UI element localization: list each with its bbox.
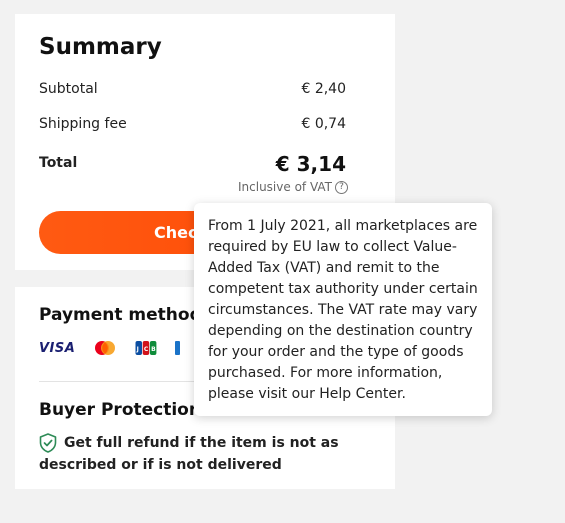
subtotal-value: € 2,40 — [301, 81, 346, 97]
svg-text:C: C — [144, 346, 149, 353]
shipping-fee-label: Shipping fee — [39, 116, 127, 132]
buyer-protection-text: Get full refund if the item is not as de… — [39, 435, 339, 473]
total-label: Total — [39, 155, 78, 171]
mastercard-icon — [95, 341, 116, 355]
visa-icon: VISA — [39, 340, 76, 356]
buyer-protection-title: Buyer Protection — [39, 400, 201, 420]
summary-title: Summary — [39, 34, 162, 60]
vat-note: Inclusive of VAT ? — [238, 180, 348, 194]
vat-tooltip: From 1 July 2021, all marketplaces are r… — [194, 203, 492, 416]
vat-tooltip-text: From 1 July 2021, all marketplaces are r… — [208, 218, 478, 402]
payment-method-title: Payment method — [39, 305, 202, 325]
card-icon — [175, 341, 181, 355]
checkout-button-label: Chec — [154, 223, 198, 242]
help-icon[interactable]: ? — [335, 180, 348, 194]
total-value: € 3,14 — [275, 152, 346, 176]
vat-note-text: Inclusive of VAT — [238, 180, 332, 194]
svg-text:B: B — [151, 346, 156, 353]
payment-icons: VISA J C B — [39, 340, 189, 356]
subtotal-label: Subtotal — [39, 81, 98, 97]
shipping-fee-value: € 0,74 — [301, 116, 346, 132]
svg-text:J: J — [136, 346, 139, 353]
jcb-icon: J C B — [135, 341, 157, 355]
